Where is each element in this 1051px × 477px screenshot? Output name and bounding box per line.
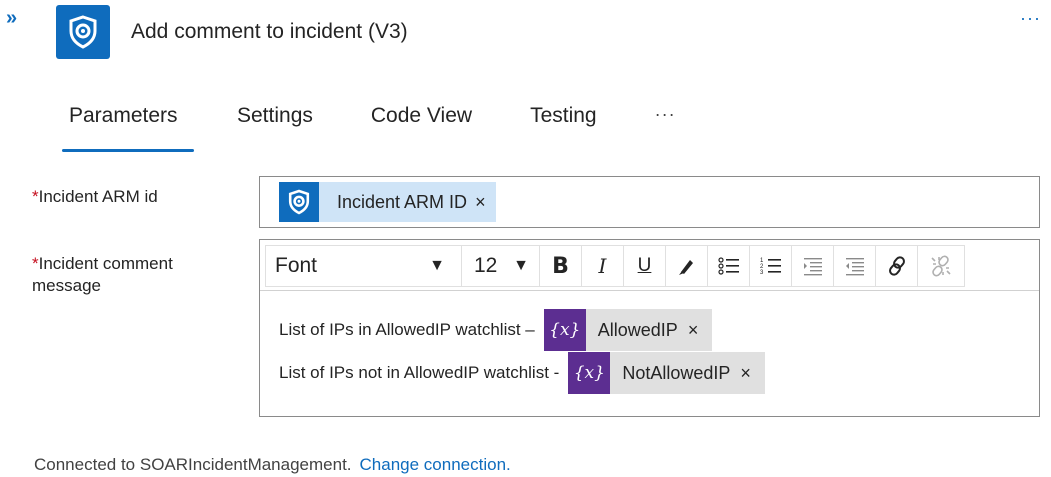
tab-code-view[interactable]: Code View (371, 102, 472, 152)
decrease-indent-icon[interactable] (792, 246, 834, 286)
connection-status: Connected to SOARIncidentManagement. Chan… (34, 455, 511, 475)
comment-line: List of IPs not in AllowedIP watchlist -… (279, 352, 765, 394)
collapse-panel-button[interactable]: » (6, 8, 28, 30)
chevron-down-icon: ▼ (513, 257, 529, 274)
bold-button[interactable]: B (540, 246, 582, 286)
chevron-down-icon: ▼ (429, 257, 445, 274)
svg-text:3: 3 (760, 270, 764, 276)
comment-line: List of IPs in AllowedIP watchlist – {x}… (279, 309, 713, 351)
change-connection-link[interactable]: Change connection. (360, 455, 511, 474)
sentinel-shield-icon (279, 182, 319, 222)
font-color-icon[interactable] (666, 246, 708, 286)
tab-settings[interactable]: Settings (237, 102, 313, 152)
font-size-dropdown[interactable]: 12 ▼ (462, 246, 540, 286)
incident-arm-id-field[interactable]: Incident ARM ID × (259, 176, 1040, 228)
formatting-toolbar: Font ▼ 12 ▼ B I U 123 (265, 245, 965, 287)
comment-text: List of IPs in AllowedIP watchlist – (279, 320, 535, 339)
action-title: Add comment to incident (V3) (131, 20, 408, 43)
sentinel-shield-icon (56, 5, 110, 59)
remove-token-button[interactable]: × (688, 320, 713, 341)
incident-arm-id-label: *Incident ARM id (32, 187, 158, 206)
unlink-icon[interactable] (918, 246, 964, 286)
required-marker: * (32, 187, 39, 206)
variable-icon: {x} (568, 352, 611, 394)
incident-arm-id-token[interactable]: Incident ARM ID × (279, 182, 496, 222)
connection-text: Connected to SOARIncidentManagement. (34, 455, 352, 474)
bullet-list-icon[interactable] (708, 246, 750, 286)
required-marker: * (32, 254, 39, 273)
comment-text: List of IPs not in AllowedIP watchlist - (279, 363, 560, 382)
more-options-button[interactable]: ··· (1020, 8, 1041, 29)
incident-comment-label: *Incident comment message (32, 254, 173, 295)
italic-button[interactable]: I (582, 246, 624, 286)
token-label: NotAllowedIP (622, 362, 731, 383)
underline-button[interactable]: U (624, 246, 666, 286)
token-label: Incident ARM ID (337, 191, 468, 212)
variable-icon: {x} (543, 309, 586, 351)
font-family-dropdown[interactable]: Font ▼ (266, 246, 462, 286)
numbered-list-icon[interactable]: 123 (750, 246, 792, 286)
tab-parameters[interactable]: Parameters (62, 102, 194, 152)
toolbar-divider (260, 290, 1039, 291)
increase-indent-icon[interactable] (834, 246, 876, 286)
token-label: AllowedIP (597, 319, 678, 340)
notallowedip-variable-token[interactable]: {x} NotAllowedIP × (568, 352, 765, 394)
remove-token-button[interactable]: × (740, 363, 765, 384)
remove-token-button[interactable]: × (475, 192, 496, 213)
tabs-more-button[interactable]: ··· (655, 102, 676, 152)
link-icon[interactable] (876, 246, 918, 286)
tab-bar: Parameters Settings Code View Testing ··… (62, 102, 676, 152)
allowedip-variable-token[interactable]: {x} AllowedIP × (543, 309, 713, 351)
comment-rich-text-editor[interactable]: Font ▼ 12 ▼ B I U 123 List of IPs in All… (259, 239, 1040, 417)
tab-testing[interactable]: Testing (530, 102, 597, 152)
